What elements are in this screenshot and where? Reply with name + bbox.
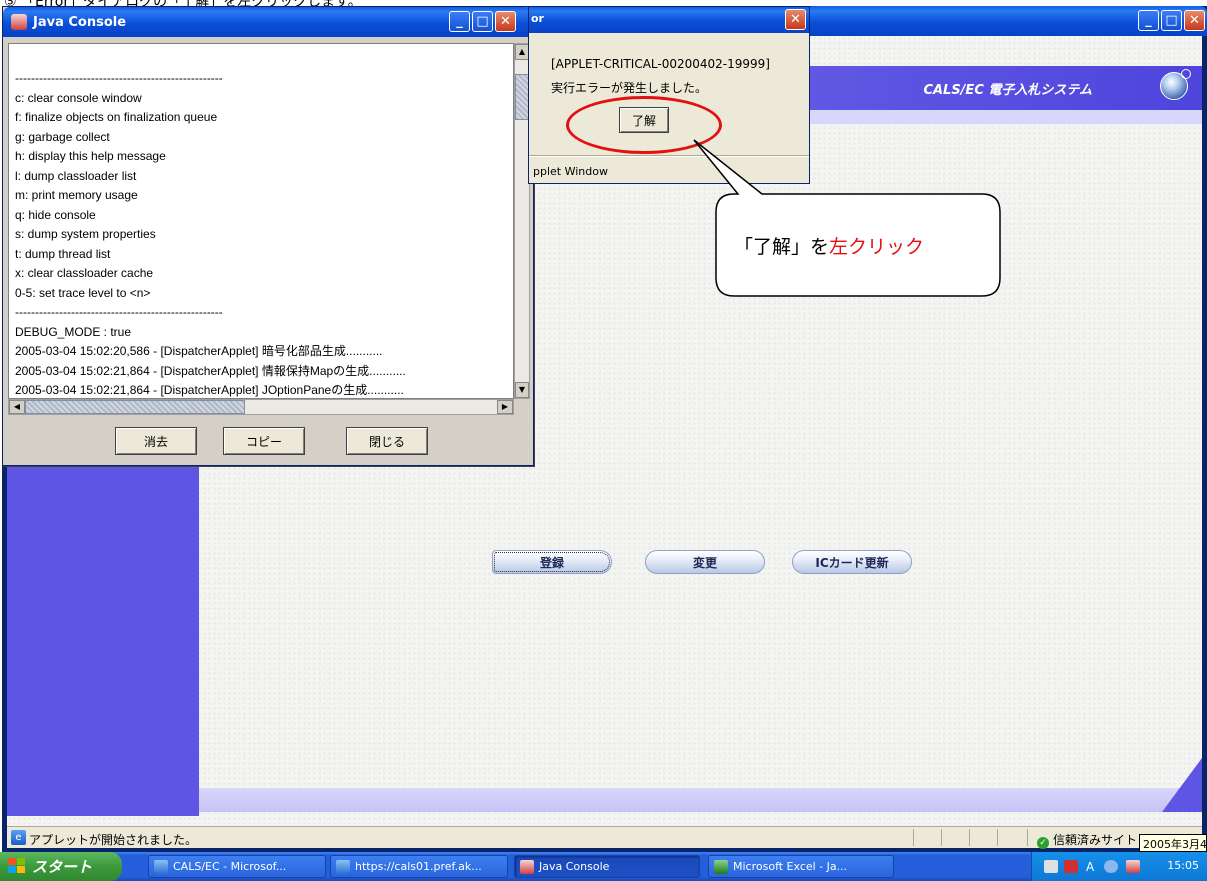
callout-prefix: 「了解」を: [734, 236, 830, 258]
close-icon[interactable]: ✕: [785, 9, 806, 30]
console-line: 2005-03-04 15:02:21,864 - [DispatcherApp…: [15, 363, 406, 378]
error-message: 実行エラーが発生しました。: [551, 81, 708, 95]
security-zone: ✓ 信頼済みサイト: [1037, 831, 1137, 849]
keyboard-icon[interactable]: [1044, 860, 1058, 873]
dialog-divider: [529, 155, 809, 157]
windows-flag-icon: [8, 858, 26, 874]
scroll-thumb[interactable]: [25, 400, 245, 414]
ie-page-icon: e: [11, 830, 26, 845]
taskbar-item-java-console[interactable]: Java Console: [514, 855, 700, 878]
system-logo-icon: [1160, 69, 1191, 100]
console-line: DEBUG_MODE : true: [15, 324, 132, 339]
scroll-right-icon[interactable]: ▶: [497, 400, 513, 414]
clock[interactable]: 15:05: [1167, 859, 1199, 872]
status-divider: [997, 829, 998, 846]
console-line: m: print memory usage: [15, 188, 138, 202]
copy-button[interactable]: コピー: [223, 427, 305, 455]
console-horizontal-scrollbar[interactable]: ◀ ▶: [8, 399, 514, 415]
start-button[interactable]: スタート: [0, 852, 122, 881]
console-line: q: hide console: [15, 207, 96, 222]
console-line: 2005-03-04 15:02:21,864 - [DispatcherApp…: [15, 383, 404, 397]
maximize-icon[interactable]: □: [1161, 10, 1182, 31]
desktop-screenshot: ⑤ 「Error」ダイアログの「了解」を左クリックします。 _ □ ✕ CALS…: [0, 0, 1207, 881]
console-line: l: dump classloader list: [15, 168, 137, 183]
network-icon[interactable]: [1064, 860, 1078, 873]
system-title: CALS/EC 電子入札システム: [923, 83, 1092, 98]
scroll-down-icon[interactable]: ▼: [515, 382, 529, 398]
minimize-icon[interactable]: _: [1138, 10, 1159, 31]
ic-card-update-button[interactable]: ICカード更新: [792, 550, 912, 574]
scroll-left-icon[interactable]: ◀: [9, 400, 25, 414]
status-divider: [1027, 829, 1028, 846]
scroll-thumb[interactable]: [515, 74, 529, 120]
ie-statusbar: e アプレットが開始されました。 ✓ 信頼済みサイト: [7, 826, 1202, 849]
callout-text: 「了解」を左クリック: [734, 232, 924, 259]
start-label: スタート: [32, 858, 93, 876]
java-icon: [520, 860, 534, 874]
java-icon[interactable]: [1126, 860, 1140, 873]
ie-icon: [336, 860, 350, 874]
ime-icon[interactable]: A: [1086, 860, 1100, 874]
console-line: c: clear console window: [15, 90, 142, 105]
taskbar-item-label: https://cals01.pref.ak...: [355, 860, 482, 873]
console-line: s: dump system properties: [15, 227, 156, 241]
console-line: f: finalize objects on finalization queu…: [15, 110, 218, 124]
status-text: アプレットが開始されました。: [29, 833, 198, 847]
console-output[interactable]: ----------------------------------------…: [8, 43, 514, 399]
error-code: [APPLET-CRITICAL-00200402-19999]: [551, 57, 770, 71]
console-line: ----------------------------------------…: [15, 71, 223, 85]
error-dialog-titlebar[interactable]: or ✕: [529, 7, 809, 33]
taskbar: スタート CALS/EC - Microsof... https://cals0…: [0, 852, 1207, 881]
date-tooltip: 2005年3月4日: [1139, 834, 1207, 852]
taskbar-item-label: CALS/EC - Microsof...: [173, 860, 287, 873]
register-button[interactable]: 登録: [492, 550, 612, 574]
console-line: ----------------------------------------…: [15, 305, 223, 319]
excel-icon: [714, 860, 728, 874]
console-line: g: garbage collect: [15, 129, 110, 144]
expand-tray-icon[interactable]: [1104, 860, 1118, 873]
java-icon: [11, 14, 27, 30]
checkmark-icon: ✓: [1037, 837, 1049, 849]
page-footer-band: [199, 758, 1202, 812]
ie-icon: [154, 860, 168, 874]
zone-text: 信頼済みサイト: [1053, 833, 1138, 847]
java-console-title: Java Console: [33, 15, 127, 30]
minimize-icon[interactable]: _: [449, 11, 470, 32]
clear-button[interactable]: 消去: [115, 427, 197, 455]
console-line: 2005-03-04 15:02:20,586 - [DispatcherApp…: [15, 344, 383, 358]
taskbar-item-label: Java Console: [539, 860, 610, 873]
taskbar-item-ie-cals[interactable]: CALS/EC - Microsof...: [148, 855, 326, 878]
console-line: 0-5: set trace level to <n>: [15, 285, 151, 300]
status-divider: [913, 829, 914, 846]
error-dialog: or ✕ [APPLET-CRITICAL-00200402-19999] 実行…: [528, 6, 810, 184]
taskbar-item-ie-https[interactable]: https://cals01.pref.ak...: [330, 855, 508, 878]
status-divider: [969, 829, 970, 846]
system-tray: A 15:05: [1031, 852, 1207, 881]
java-console-titlebar[interactable]: Java Console _ □ ✕: [3, 7, 533, 37]
close-icon[interactable]: ✕: [1184, 10, 1205, 31]
change-button[interactable]: 変更: [645, 550, 765, 574]
maximize-icon[interactable]: □: [472, 11, 493, 32]
close-console-button[interactable]: 閉じる: [346, 427, 428, 455]
callout-highlight: 左クリック: [829, 236, 925, 258]
console-line: t: dump thread list: [15, 246, 111, 261]
error-dialog-title: or: [531, 12, 544, 25]
status-divider: [941, 829, 942, 846]
console-line: h: display this help message: [15, 149, 166, 163]
scroll-up-icon[interactable]: ▲: [515, 44, 529, 60]
taskbar-item-excel[interactable]: Microsoft Excel - Ja...: [708, 855, 894, 878]
console-line: x: clear classloader cache: [15, 266, 154, 280]
highlight-ellipse: [566, 96, 722, 154]
java-console-window: Java Console _ □ ✕ ---------------------…: [2, 6, 534, 466]
close-icon[interactable]: ✕: [495, 11, 516, 32]
taskbar-item-label: Microsoft Excel - Ja...: [733, 860, 848, 873]
applet-window-label: pplet Window: [533, 165, 608, 178]
